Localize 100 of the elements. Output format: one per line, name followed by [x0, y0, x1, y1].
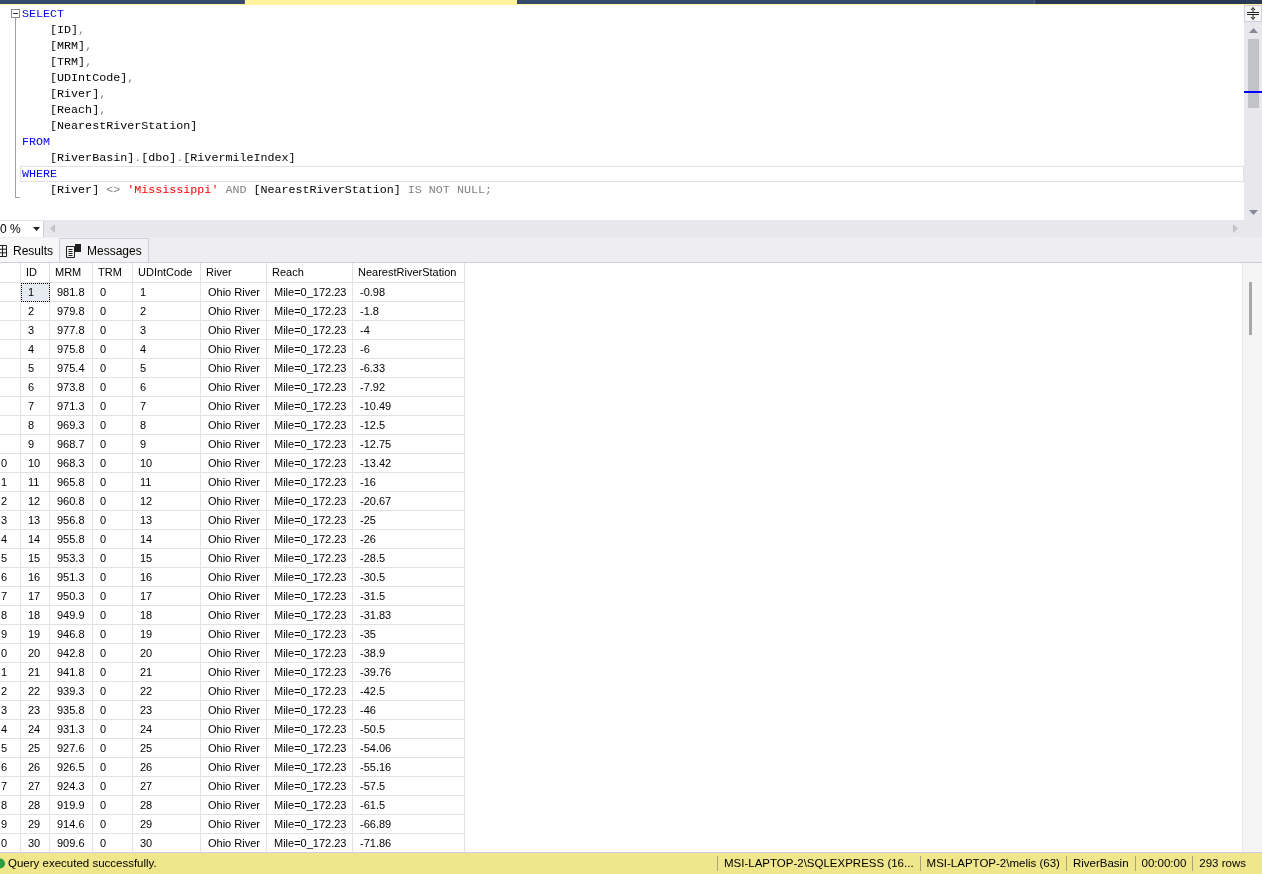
code-line: FROM [22, 135, 51, 149]
row-header[interactable]: 1 [0, 473, 21, 492]
row-header[interactable] [0, 435, 21, 454]
split-editor-button[interactable] [1244, 5, 1262, 22]
split-icon [1247, 7, 1259, 20]
result-tab[interactable]: Messages [61, 238, 149, 262]
row-header[interactable]: 8 [0, 606, 21, 625]
table-cell: 979.8 [50, 302, 93, 321]
table-cell: 22 [21, 682, 50, 701]
table-cell: 12 [133, 492, 201, 511]
table-cell: -0.98 [353, 283, 465, 302]
table-cell: -28.5 [353, 549, 465, 568]
zoom-combo[interactable]: 0 % [0, 220, 44, 237]
table-cell: 949.9 [50, 606, 93, 625]
row-header[interactable]: 9 [0, 625, 21, 644]
table-cell: Mile=0_172.23 [267, 340, 353, 359]
collapse-icon[interactable] [11, 9, 20, 18]
table-cell: Ohio River [201, 473, 267, 492]
table-cell: -4 [353, 321, 465, 340]
row-header[interactable]: 5 [0, 549, 21, 568]
scroll-right-icon[interactable] [1233, 224, 1238, 233]
table-cell: -42.5 [353, 682, 465, 701]
row-header[interactable] [0, 416, 21, 435]
table-cell: 24 [133, 720, 201, 739]
table-cell: -35 [353, 625, 465, 644]
table-cell: 28 [133, 796, 201, 815]
row-header[interactable]: 1 [0, 663, 21, 682]
row-header[interactable]: 2 [0, 682, 21, 701]
table-cell: 8 [133, 416, 201, 435]
table-cell: 22 [133, 682, 201, 701]
table-cell: -12.5 [353, 416, 465, 435]
row-header[interactable]: 4 [0, 530, 21, 549]
table-cell: Mile=0_172.23 [267, 473, 353, 492]
row-header[interactable]: 3 [0, 511, 21, 530]
row-header[interactable] [0, 340, 21, 359]
table-cell: 16 [21, 568, 50, 587]
row-header[interactable] [0, 378, 21, 397]
table-cell: 935.8 [50, 701, 93, 720]
table-cell: 0 [93, 796, 133, 815]
result-tab[interactable]: Results [0, 238, 60, 263]
table-cell: Mile=0_172.23 [267, 511, 353, 530]
table-cell: 4 [21, 340, 50, 359]
table-cell: 942.8 [50, 644, 93, 663]
code-line: [MRM], [50, 39, 93, 53]
table-cell: 27 [133, 777, 201, 796]
scroll-up-icon[interactable] [1248, 27, 1258, 33]
row-header[interactable]: 3 [0, 701, 21, 720]
table-cell: Ohio River [201, 758, 267, 777]
table-cell: 0 [93, 701, 133, 720]
row-header[interactable]: 2 [0, 492, 21, 511]
table-cell: 6 [133, 378, 201, 397]
table-cell: Ohio River [201, 568, 267, 587]
document-tab[interactable] [0, 0, 245, 4]
table-cell: 11 [21, 473, 50, 492]
row-header[interactable]: 6 [0, 758, 21, 777]
table-cell: Mile=0_172.23 [267, 530, 353, 549]
table-cell: 0 [93, 530, 133, 549]
table-cell: -39.76 [353, 663, 465, 682]
row-header[interactable] [0, 321, 21, 340]
table-cell: 13 [133, 511, 201, 530]
table-cell: 0 [93, 758, 133, 777]
table-cell: -1.8 [353, 302, 465, 321]
scroll-down-icon[interactable] [1248, 209, 1258, 215]
table-cell: Mile=0_172.23 [267, 397, 353, 416]
document-tab[interactable] [245, 0, 517, 4]
row-header[interactable]: 0 [0, 644, 21, 663]
table-cell: 19 [21, 625, 50, 644]
code-line: [TRM], [50, 55, 93, 69]
row-header[interactable]: 4 [0, 720, 21, 739]
row-header[interactable]: 8 [0, 796, 21, 815]
table-cell: 5 [21, 359, 50, 378]
table-cell: Ohio River [201, 359, 267, 378]
row-header[interactable]: 7 [0, 777, 21, 796]
table-cell: Mile=0_172.23 [267, 663, 353, 682]
table-cell: 20 [133, 644, 201, 663]
table-cell: -30.5 [353, 568, 465, 587]
caret-icon [33, 226, 40, 231]
row-header[interactable]: 0 [0, 454, 21, 473]
document-tab[interactable] [517, 0, 1035, 4]
row-header[interactable] [0, 359, 21, 378]
scroll-thumb[interactable] [1249, 282, 1252, 335]
table-cell: 21 [21, 663, 50, 682]
table-cell: -38.9 [353, 644, 465, 663]
row-header[interactable] [0, 302, 21, 321]
scroll-left-icon[interactable] [50, 224, 55, 233]
row-header[interactable]: 6 [0, 568, 21, 587]
table-cell: 0 [93, 359, 133, 378]
row-header[interactable]: 5 [0, 739, 21, 758]
table-cell: 15 [21, 549, 50, 568]
table-cell: 20 [21, 644, 50, 663]
table-cell: 10 [133, 454, 201, 473]
grid-corner[interactable] [0, 263, 21, 283]
row-header[interactable]: 9 [0, 815, 21, 834]
table-cell: Ohio River [201, 701, 267, 720]
row-header[interactable]: 7 [0, 587, 21, 606]
table-cell: 0 [93, 815, 133, 834]
row-header[interactable] [0, 397, 21, 416]
scroll-thumb[interactable] [1247, 39, 1259, 108]
table-cell: Ohio River [201, 587, 267, 606]
table-cell: 0 [93, 283, 133, 302]
